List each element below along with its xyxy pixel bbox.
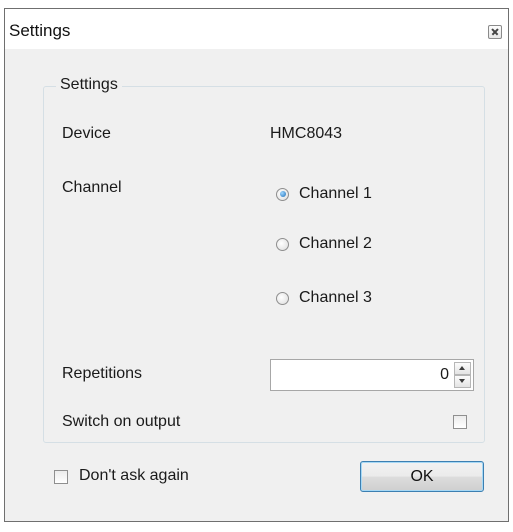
radio-button[interactable] — [276, 237, 289, 251]
channel-2-radio[interactable]: Channel 2 — [276, 235, 372, 253]
group-legend: Settings — [56, 76, 122, 94]
channel-3-label: Channel 3 — [299, 289, 372, 306]
dont-ask-again-checkbox[interactable] — [54, 470, 68, 484]
radio-button[interactable] — [276, 291, 289, 305]
close-icon[interactable] — [488, 25, 502, 39]
channel-2-label: Channel 2 — [299, 235, 372, 252]
window-title: Settings — [9, 21, 71, 40]
ok-button[interactable]: OK — [360, 461, 484, 492]
settings-dialog: Settings Settings Device HMC8043 Channel… — [4, 8, 509, 522]
device-value: HMC8043 — [270, 125, 343, 142]
channel-1-label: Channel 1 — [299, 185, 372, 202]
stepper-buttons — [454, 362, 471, 388]
channel-1-radio[interactable]: Channel 1 — [276, 185, 372, 203]
switch-on-output-label: Switch on output — [62, 413, 181, 430]
title-bar[interactable]: Settings — [5, 9, 508, 49]
repetitions-value[interactable]: 0 — [440, 366, 449, 384]
dialog-body: Settings Device HMC8043 Channel Channel … — [5, 49, 508, 521]
radio-button-checked[interactable] — [276, 187, 289, 201]
switch-on-output-checkbox[interactable] — [453, 415, 467, 429]
repetitions-stepper[interactable]: 0 — [270, 359, 474, 391]
device-label: Device — [62, 125, 111, 142]
dont-ask-again-label: Don't ask again — [79, 467, 189, 484]
channel-3-radio[interactable]: Channel 3 — [276, 289, 372, 307]
arrow-down-icon[interactable] — [454, 375, 471, 388]
arrow-up-icon[interactable] — [454, 362, 471, 375]
repetitions-label: Repetitions — [62, 365, 143, 382]
channel-label: Channel — [62, 179, 122, 196]
